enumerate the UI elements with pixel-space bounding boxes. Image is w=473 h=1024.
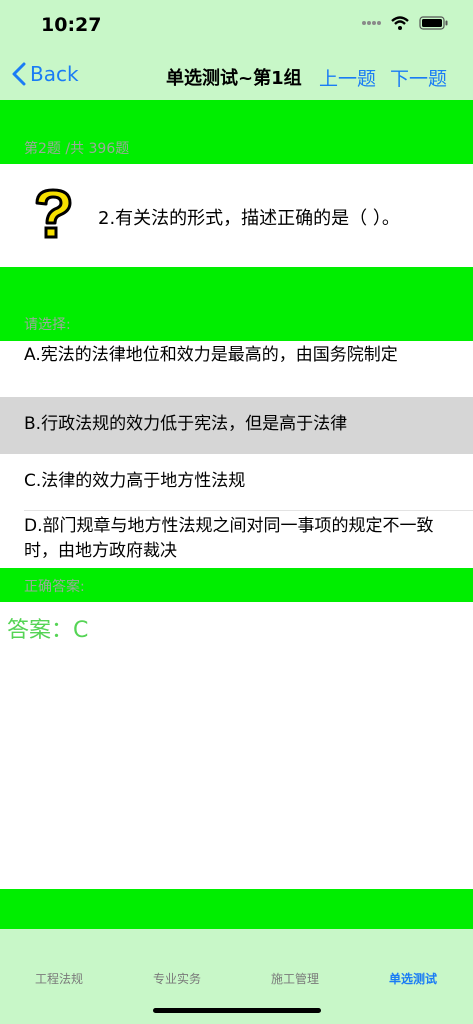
back-button[interactable]: Back: [12, 62, 79, 86]
option-b-text: B.行政法规的效力低于宪法，但是高于法律: [24, 414, 348, 434]
tab-professional-practice[interactable]: 专业实务: [137, 970, 217, 987]
chevron-left-icon: [12, 62, 26, 86]
back-label: Back: [30, 62, 79, 86]
option-d-text: D.部门规章与地方性法规之间对同一事项的规定不一致时，由地方政府裁决: [24, 516, 434, 561]
option-b[interactable]: B.行政法规的效力低于宪法，但是高于法律: [0, 397, 473, 454]
question-mark-icon: [35, 188, 72, 239]
option-c-text: C.法律的效力高于地方性法规: [24, 471, 246, 491]
bottom-band: [0, 889, 473, 929]
wifi-icon: [391, 16, 409, 30]
previous-question-button[interactable]: 上一题: [319, 64, 376, 91]
option-c[interactable]: C.法律的效力高于地方性法规: [0, 454, 473, 510]
tab-engineering-regulations[interactable]: 工程法规: [19, 970, 99, 987]
next-question-button[interactable]: 下一题: [390, 64, 447, 91]
question-counter: 第2题 /共 396题: [24, 141, 130, 157]
status-time: 10:27: [41, 14, 102, 36]
answer-header-band: 正确答案:: [0, 568, 473, 602]
option-a-text: A.宪法的法律地位和效力是最高的，由国务院制定: [24, 345, 398, 365]
status-bar: 10:27: [0, 0, 473, 52]
question-header-band: 第2题 /共 396题: [0, 100, 473, 164]
tab-single-choice-test[interactable]: 单选测试: [373, 970, 453, 987]
signal-icon: [362, 21, 381, 25]
option-a[interactable]: A.宪法的法律地位和效力是最高的，由国务院制定: [0, 341, 473, 397]
answer-text: 答案：C: [7, 618, 89, 643]
page-title: 单选测试~第1组: [166, 68, 302, 89]
status-icons: [361, 16, 449, 30]
question-text: 2.有关法的形式，描述正确的是（ ）。: [98, 208, 400, 229]
option-d[interactable]: D.部门规章与地方性法规之间对同一事项的规定不一致时，由地方政府裁决: [0, 511, 473, 568]
navigation-bar: Back 单选测试~第1组 上一题 下一题: [0, 52, 473, 100]
battery-icon: [419, 16, 448, 30]
tab-construction-management[interactable]: 施工管理: [255, 970, 335, 987]
options-label: 请选择:: [24, 317, 71, 333]
options-header-band: 请选择:: [0, 267, 473, 341]
answer-label: 正确答案:: [24, 579, 85, 595]
home-indicator: [153, 1008, 321, 1013]
question-row: 2.有关法的形式，描述正确的是（ ）。: [0, 164, 473, 267]
